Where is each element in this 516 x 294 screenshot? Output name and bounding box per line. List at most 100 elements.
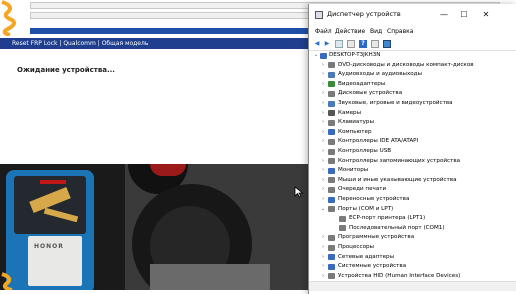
device-manager-window[interactable]: Диспетчер устройств — ☐ ✕ Файл Действие … bbox=[308, 4, 516, 294]
forward-arrow-icon[interactable]: ▶ bbox=[323, 40, 331, 48]
status-text: Ожидание устройства... bbox=[17, 66, 115, 74]
menu-file[interactable]: Файл bbox=[315, 28, 332, 35]
tree-category[interactable]: › Аудиовходы и аудиовыходы bbox=[309, 70, 516, 79]
chevron-right-icon[interactable]: › bbox=[320, 109, 326, 118]
tree-category[interactable]: › Звуковые, игровые и видеоустройства bbox=[309, 99, 516, 108]
tree-category[interactable]: › Сетевые адаптеры bbox=[309, 253, 516, 262]
chevron-right-icon[interactable]: › bbox=[320, 195, 326, 204]
menu-help[interactable]: Справка bbox=[387, 28, 413, 35]
tree-category[interactable]: › Процессоры bbox=[309, 243, 516, 252]
category-label: Сетевые адаптеры bbox=[338, 253, 395, 260]
menu-view[interactable]: Вид bbox=[370, 28, 382, 35]
tree-device[interactable]: Последовательный порт (COM1) bbox=[309, 224, 516, 233]
category-label: Дисковые устройства bbox=[338, 90, 403, 97]
tree-category[interactable]: › Очереди печати bbox=[309, 185, 516, 194]
chevron-right-icon[interactable]: › bbox=[320, 166, 326, 175]
chevron-right-icon[interactable]: › bbox=[320, 80, 326, 89]
chevron-right-icon[interactable]: › bbox=[320, 147, 326, 156]
orange-decoration-icon bbox=[1, 0, 16, 36]
device-category-icon bbox=[328, 263, 335, 270]
port-icon bbox=[339, 225, 346, 232]
tree-category[interactable]: › Устройства HID (Human Interface Devices… bbox=[309, 272, 516, 281]
chevron-down-icon[interactable]: ⌄ bbox=[320, 205, 326, 214]
chevron-right-icon[interactable]: › bbox=[320, 89, 326, 98]
tree-category[interactable]: › Видеоадаптеры bbox=[309, 80, 516, 89]
device-category-icon bbox=[328, 100, 335, 107]
chevron-right-icon[interactable]: › bbox=[320, 262, 326, 271]
chevron-right-icon[interactable]: › bbox=[320, 118, 326, 127]
category-label: DVD-дисководы и дисководы компакт-дисков bbox=[338, 61, 474, 68]
chevron-down-icon[interactable]: ⌄ bbox=[313, 51, 319, 60]
device-category-icon bbox=[328, 196, 335, 203]
close-button[interactable]: ✕ bbox=[479, 8, 493, 22]
device-category-icon bbox=[328, 138, 335, 145]
chevron-right-icon[interactable]: › bbox=[320, 272, 326, 281]
menu-bar: Файл Действие Вид Справка bbox=[309, 26, 516, 38]
tree-category[interactable]: › Компьютер bbox=[309, 128, 516, 137]
root-label: DESKTOP-T3JKH3N bbox=[329, 52, 381, 58]
category-label: Процессоры bbox=[338, 244, 374, 250]
chevron-right-icon[interactable]: › bbox=[320, 253, 326, 262]
tree-category[interactable]: › Мыши и иные указывающие устройства bbox=[309, 176, 516, 185]
tree-category[interactable]: › Программные устройства bbox=[309, 233, 516, 242]
tree-category[interactable]: › Дисковые устройства bbox=[309, 89, 516, 98]
device-category-icon bbox=[328, 177, 335, 184]
monitor-icon[interactable] bbox=[383, 40, 391, 48]
back-arrow-icon[interactable]: ◀ bbox=[313, 40, 321, 48]
device-category-icon bbox=[328, 273, 335, 280]
properties-icon[interactable] bbox=[335, 40, 343, 48]
chevron-right-icon[interactable]: › bbox=[320, 185, 326, 194]
category-label: Устройства HID (Human Interface Devices) bbox=[338, 272, 461, 279]
category-label: Порты (COM и LPT) bbox=[338, 205, 394, 212]
tree-category[interactable]: › Системные устройства bbox=[309, 262, 516, 271]
help-icon[interactable]: ? bbox=[359, 40, 367, 48]
category-label: Очереди печати bbox=[338, 186, 387, 193]
device-manager-icon bbox=[315, 11, 323, 19]
category-label: Системные устройства bbox=[338, 263, 407, 270]
list-icon[interactable] bbox=[347, 40, 355, 48]
chevron-right-icon[interactable]: › bbox=[320, 137, 326, 146]
chevron-right-icon[interactable]: › bbox=[320, 99, 326, 108]
device-category-icon bbox=[328, 62, 335, 69]
tree-category[interactable]: › Камеры bbox=[309, 109, 516, 118]
device-category-icon bbox=[328, 254, 335, 261]
category-label: Переносные устройства bbox=[338, 196, 410, 202]
device-category-icon bbox=[328, 234, 335, 241]
category-label: Клавиатуры bbox=[338, 119, 374, 126]
chevron-right-icon[interactable]: › bbox=[320, 70, 326, 79]
chevron-right-icon[interactable]: › bbox=[320, 128, 326, 137]
chevron-right-icon[interactable]: › bbox=[320, 157, 326, 166]
tree-category[interactable]: › Мониторы bbox=[309, 166, 516, 175]
minimize-button[interactable]: — bbox=[437, 8, 451, 22]
category-label: Контроллеры IDE ATA/ATAPI bbox=[338, 138, 419, 145]
device-category-icon bbox=[328, 148, 335, 155]
device-category-icon bbox=[328, 110, 335, 117]
tree-category[interactable]: › Контроллеры USB bbox=[309, 147, 516, 156]
tree-category[interactable]: › Клавиатуры bbox=[309, 118, 516, 127]
toolbar: ◀ ▶ ? bbox=[309, 38, 516, 51]
chevron-right-icon[interactable]: › bbox=[320, 176, 326, 185]
tree-category[interactable]: › DVD-дисководы и дисководы компакт-диско… bbox=[309, 61, 516, 70]
chevron-right-icon[interactable]: › bbox=[320, 61, 326, 70]
maximize-button[interactable]: ☐ bbox=[457, 8, 471, 22]
tree-category[interactable]: ⌄ Порты (COM и LPT) bbox=[309, 205, 516, 214]
tree-root[interactable]: ⌄ DESKTOP-T3JKH3N bbox=[309, 51, 516, 60]
menu-action[interactable]: Действие bbox=[335, 28, 365, 35]
device-label: Последовательный порт (COM1) bbox=[349, 224, 445, 231]
chevron-right-icon[interactable]: › bbox=[320, 243, 326, 252]
device-category-icon bbox=[328, 244, 335, 251]
tree-category[interactable]: › Контроллеры IDE ATA/ATAPI bbox=[309, 137, 516, 146]
category-label: Мыши и иные указывающие устройства bbox=[338, 176, 457, 183]
chevron-right-icon[interactable]: › bbox=[320, 233, 326, 242]
mouse-cursor-icon bbox=[294, 186, 304, 198]
category-label: Компьютер bbox=[338, 128, 372, 135]
category-label: Видеоадаптеры bbox=[338, 80, 386, 87]
view-icon[interactable] bbox=[371, 40, 379, 48]
tree-device[interactable]: ECP-порт принтера (LPT1) bbox=[309, 214, 516, 223]
category-label: Камеры bbox=[338, 109, 362, 116]
tree-category[interactable]: › Переносные устройства bbox=[309, 195, 516, 204]
tree-category[interactable]: › Контроллеры запоминающих устройства bbox=[309, 157, 516, 166]
device-category-icon bbox=[328, 158, 335, 165]
titlebar[interactable]: Диспетчер устройств — ☐ ✕ bbox=[309, 4, 516, 26]
device-category-icon bbox=[328, 119, 335, 126]
